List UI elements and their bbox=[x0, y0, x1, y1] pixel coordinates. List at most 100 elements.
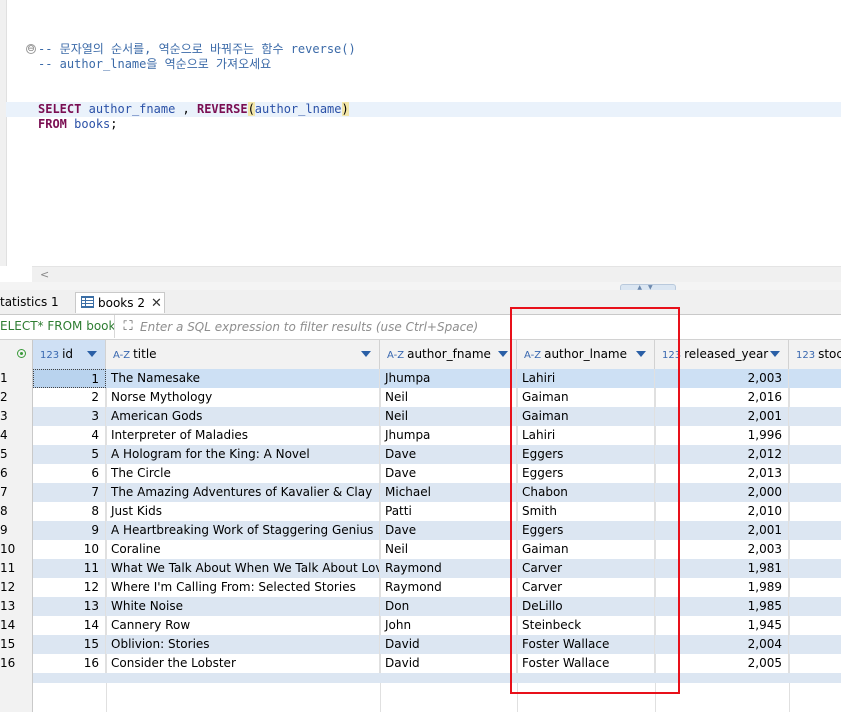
cell-author-lname[interactable]: Eggers bbox=[517, 464, 655, 483]
cell-title[interactable]: Just Kids bbox=[106, 502, 380, 521]
cell-author-lname[interactable]: Steinbeck bbox=[517, 616, 655, 635]
cell-author-lname[interactable]: Gaiman bbox=[517, 388, 655, 407]
cell-author-fname[interactable]: Don bbox=[380, 597, 517, 616]
cell-id[interactable]: 14 bbox=[33, 616, 106, 635]
table-row[interactable]: 3 3 American Gods Neil Gaiman 2,001 bbox=[0, 407, 841, 426]
table-row[interactable]: 1 1 The Namesake Jhumpa Lahiri 2,003 bbox=[0, 369, 841, 388]
expand-filter-icon[interactable]: ⛶ bbox=[120, 319, 136, 335]
cell-author-fname[interactable]: Neil bbox=[380, 540, 517, 559]
sql-editor[interactable]: ⊖ -- 문자열의 순서를, 역순으로 바꿔주는 함수 reverse() --… bbox=[0, 0, 841, 284]
cell-title[interactable]: Norse Mythology bbox=[106, 388, 380, 407]
tab-statistics[interactable]: tatistics 1 bbox=[0, 292, 72, 313]
cell-title[interactable]: A Heartbreaking Work of Staggering Geniu… bbox=[106, 521, 380, 540]
row-number[interactable]: 9 bbox=[0, 521, 33, 540]
cell-author-fname[interactable]: Raymond bbox=[380, 578, 517, 597]
cell-released-year[interactable]: 2,000 bbox=[655, 483, 789, 502]
row-number[interactable]: 16 bbox=[0, 654, 33, 673]
fold-collapse-icon[interactable]: ⊖ bbox=[26, 44, 36, 54]
panel-splitter[interactable]: ▲▼ bbox=[0, 282, 841, 292]
cell-title[interactable]: Consider the Lobster bbox=[106, 654, 380, 673]
cell-author-lname[interactable]: Smith bbox=[517, 502, 655, 521]
cell-released-year[interactable]: 1,945 bbox=[655, 616, 789, 635]
cell-id[interactable]: 16 bbox=[33, 654, 106, 673]
tab-books-2[interactable]: books 2 ✕ bbox=[75, 292, 165, 313]
cell-id[interactable]: 1 bbox=[33, 369, 106, 388]
column-header-stock[interactable]: 123stock bbox=[789, 340, 841, 369]
cell-author-lname[interactable]: Carver bbox=[517, 559, 655, 578]
row-number[interactable]: 5 bbox=[0, 445, 33, 464]
row-number[interactable]: 11 bbox=[0, 559, 33, 578]
cell-author-lname[interactable]: Chabon bbox=[517, 483, 655, 502]
code-select-line[interactable]: SELECT author_fname , REVERSE(author_lna… bbox=[6, 102, 841, 117]
row-number[interactable]: 4 bbox=[0, 426, 33, 445]
cell-released-year[interactable]: 2,001 bbox=[655, 521, 789, 540]
active-query-label[interactable]: ELECT* FROM books bbox=[0, 315, 115, 338]
cell-released-year[interactable]: 1,989 bbox=[655, 578, 789, 597]
cell-author-lname[interactable]: Gaiman bbox=[517, 407, 655, 426]
cell-author-fname[interactable]: Jhumpa bbox=[380, 369, 517, 388]
cell-released-year[interactable]: 2,013 bbox=[655, 464, 789, 483]
cell-title[interactable]: White Noise bbox=[106, 597, 380, 616]
cell-id[interactable]: 15 bbox=[33, 635, 106, 654]
cell-released-year[interactable]: 1,996 bbox=[655, 426, 789, 445]
cell-id[interactable]: 11 bbox=[33, 559, 106, 578]
table-row[interactable]: 8 8 Just Kids Patti Smith 2,010 bbox=[0, 502, 841, 521]
row-number[interactable]: 2 bbox=[0, 388, 33, 407]
cell-author-lname[interactable]: Foster Wallace bbox=[517, 635, 655, 654]
row-number[interactable]: 14 bbox=[0, 616, 33, 635]
cell-id[interactable]: 5 bbox=[33, 445, 106, 464]
cell-author-fname[interactable]: Patti bbox=[380, 502, 517, 521]
cell-author-lname[interactable]: Eggers bbox=[517, 521, 655, 540]
row-number[interactable]: 15 bbox=[0, 635, 33, 654]
code-from-line[interactable]: FROM books; bbox=[38, 117, 118, 132]
cell-author-fname[interactable]: David bbox=[380, 654, 517, 673]
row-number-header[interactable] bbox=[0, 340, 33, 369]
table-row[interactable]: 11 11 What We Talk About When We Talk Ab… bbox=[0, 559, 841, 578]
cell-author-fname[interactable]: John bbox=[380, 616, 517, 635]
cell-author-fname[interactable]: Neil bbox=[380, 388, 517, 407]
cell-author-fname[interactable]: Neil bbox=[380, 407, 517, 426]
cell-released-year[interactable]: 2,016 bbox=[655, 388, 789, 407]
filter-input[interactable] bbox=[140, 317, 830, 337]
cell-id[interactable]: 4 bbox=[33, 426, 106, 445]
cell-id[interactable]: 10 bbox=[33, 540, 106, 559]
cell-title[interactable]: The Namesake bbox=[106, 369, 380, 388]
table-row[interactable]: 7 7 The Amazing Adventures of Kavalier &… bbox=[0, 483, 841, 502]
row-number[interactable]: 12 bbox=[0, 578, 33, 597]
result-grid[interactable]: 123 id A-Z title A-Z author_fname A-Z author… bbox=[0, 340, 841, 712]
column-header-id[interactable]: 123 id bbox=[33, 340, 106, 369]
table-row[interactable]: 12 12 Where I'm Calling From: Selected S… bbox=[0, 578, 841, 597]
table-row[interactable]: 10 10 Coraline Neil Gaiman 2,003 bbox=[0, 540, 841, 559]
row-number[interactable]: 7 bbox=[0, 483, 33, 502]
sort-dropdown-icon[interactable] bbox=[498, 351, 508, 357]
cell-author-fname[interactable]: Jhumpa bbox=[380, 426, 517, 445]
cell-id[interactable]: 8 bbox=[33, 502, 106, 521]
sort-dropdown-icon[interactable] bbox=[636, 351, 646, 357]
cell-author-lname[interactable]: Foster Wallace bbox=[517, 654, 655, 673]
table-row[interactable]: 5 5 A Hologram for the King: A Novel Dav… bbox=[0, 445, 841, 464]
record-mode-icon[interactable] bbox=[17, 349, 26, 358]
cell-released-year[interactable]: 1,981 bbox=[655, 559, 789, 578]
cell-author-fname[interactable]: Dave bbox=[380, 464, 517, 483]
table-row[interactable]: 2 2 Norse Mythology Neil Gaiman 2,016 bbox=[0, 388, 841, 407]
row-number[interactable]: 6 bbox=[0, 464, 33, 483]
cell-id[interactable]: 13 bbox=[33, 597, 106, 616]
cell-released-year[interactable]: 1,985 bbox=[655, 597, 789, 616]
row-number[interactable]: 13 bbox=[0, 597, 33, 616]
cell-released-year[interactable]: 2,012 bbox=[655, 445, 789, 464]
cell-author-fname[interactable]: Dave bbox=[380, 521, 517, 540]
cell-title[interactable]: Oblivion: Stories bbox=[106, 635, 380, 654]
cell-author-fname[interactable]: Raymond bbox=[380, 559, 517, 578]
row-number[interactable]: 1 bbox=[0, 369, 33, 388]
cell-author-lname[interactable]: DeLillo bbox=[517, 597, 655, 616]
code-comment-line-1[interactable]: -- 문자열의 순서를, 역순으로 바꿔주는 함수 reverse() bbox=[38, 42, 356, 57]
cell-title[interactable]: Interpreter of Maladies bbox=[106, 426, 380, 445]
cell-title[interactable]: The Amazing Adventures of Kavalier & Cla… bbox=[106, 483, 380, 502]
column-header-title[interactable]: A-Z title bbox=[106, 340, 380, 369]
table-row[interactable]: 9 9 A Heartbreaking Work of Staggering G… bbox=[0, 521, 841, 540]
row-number[interactable]: 3 bbox=[0, 407, 33, 426]
table-row[interactable]: 14 14 Cannery Row John Steinbeck 1,945 bbox=[0, 616, 841, 635]
code-comment-line-2[interactable]: -- author_lname을 역순으로 가져오세요 bbox=[38, 57, 271, 72]
cell-author-lname[interactable]: Lahiri bbox=[517, 369, 655, 388]
cell-id[interactable]: 12 bbox=[33, 578, 106, 597]
